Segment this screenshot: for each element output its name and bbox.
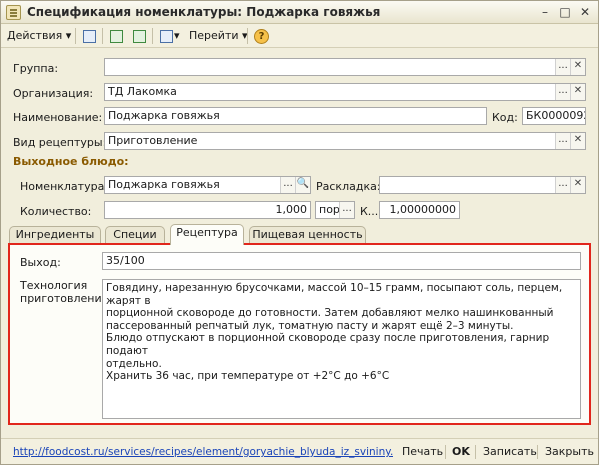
footer-divider xyxy=(475,445,476,459)
coefficient-value: 1,00000000 xyxy=(389,203,456,216)
nomenclature-value: Поджарка говяжья xyxy=(108,178,220,191)
coefficient-field[interactable]: 1,00000000 xyxy=(379,201,460,219)
technology-text-line: отдельно. xyxy=(106,357,162,370)
tab-recipe-label: Рецептура xyxy=(176,226,238,239)
tab-spices-label: Специи xyxy=(113,228,157,241)
spec-window: Спецификация номенклатуры: Поджарка говя… xyxy=(0,0,599,465)
chevron-down-icon[interactable]: ▾ xyxy=(174,28,180,44)
close-window-button[interactable]: ✕ xyxy=(576,4,594,20)
recipe-type-value: Приготовление xyxy=(108,134,198,147)
technology-text-line: Говядину, нарезанную брусочками, массой … xyxy=(106,282,563,307)
nomenclature-label: Номенклатура: xyxy=(20,180,109,193)
maximize-button[interactable]: □ xyxy=(556,4,574,20)
close-button[interactable]: Закрыть xyxy=(545,445,594,458)
ok-button[interactable]: OK xyxy=(452,445,470,458)
select-button[interactable]: ... xyxy=(280,177,295,193)
actions-label: Действия xyxy=(7,29,63,42)
title-bar: Спецификация номенклатуры: Поджарка говя… xyxy=(1,1,598,24)
technology-text-line: Блюдо отпускают в порционной сковороде с… xyxy=(106,332,550,357)
clear-icon[interactable]: ✕ xyxy=(570,133,585,149)
select-button[interactable]: ... xyxy=(339,202,354,218)
code-value: БК0000092 xyxy=(526,109,586,122)
refresh-icon[interactable] xyxy=(107,27,125,45)
copy-icon[interactable] xyxy=(80,27,98,45)
save-button[interactable]: Записать xyxy=(483,445,537,458)
chevron-down-icon: ▾ xyxy=(65,29,72,42)
coefficient-label: К... xyxy=(360,205,379,218)
search-icon[interactable]: 🔍 xyxy=(295,177,310,193)
nomenclature-field[interactable]: Поджарка говяжья ... 🔍 xyxy=(104,176,311,194)
output-label: Выход: xyxy=(20,256,61,269)
technology-textarea[interactable]: Говядину, нарезанную брусочками, массой … xyxy=(102,279,581,419)
select-button[interactable]: ... xyxy=(555,177,570,193)
organization-label: Организация: xyxy=(13,87,94,100)
quantity-value: 1,000 xyxy=(275,203,308,216)
copy-element-icon[interactable] xyxy=(130,27,148,45)
code-label: Код: xyxy=(492,111,518,124)
toolbar-divider xyxy=(75,28,76,44)
goto-menu[interactable]: Перейти ▾ xyxy=(189,28,248,44)
footer-divider xyxy=(445,445,446,459)
organization-value: ТД Лакомка xyxy=(108,85,177,98)
layout-label: Раскладка: xyxy=(316,180,381,193)
group-label: Группа: xyxy=(13,62,59,75)
print-button[interactable]: Печать xyxy=(402,445,443,458)
help-icon: ? xyxy=(254,29,269,44)
minimize-button[interactable]: – xyxy=(536,4,554,20)
name-label: Наименование: xyxy=(13,111,103,124)
select-button[interactable]: ... xyxy=(555,133,570,149)
technology-label: Технология приготовления: xyxy=(20,279,112,305)
tab-ingredients-label: Ингредиенты xyxy=(15,228,95,241)
select-button[interactable]: ... xyxy=(555,84,570,100)
name-value: Поджарка говяжья xyxy=(108,109,220,122)
toolbar: Действия ▾ ▾ Перейти ▾ ? xyxy=(1,24,598,48)
clear-icon[interactable]: ✕ xyxy=(570,84,585,100)
document-icon xyxy=(6,5,21,20)
group-field[interactable]: ... ✕ xyxy=(104,58,586,76)
clear-icon[interactable]: ✕ xyxy=(570,59,585,75)
footer-bar: http://foodcost.ru/services/recipes/elem… xyxy=(1,438,598,464)
code-field[interactable]: БК0000092 xyxy=(522,107,586,125)
toolbar-divider xyxy=(152,28,153,44)
recipe-type-label: Вид рецептуры: xyxy=(13,136,107,149)
output-field[interactable]: 35/100 xyxy=(102,252,581,270)
select-button[interactable]: ... xyxy=(555,59,570,75)
tab-ingredients[interactable]: Ингредиенты xyxy=(9,226,101,244)
clear-icon[interactable]: ✕ xyxy=(570,177,585,193)
name-field[interactable]: Поджарка говяжья xyxy=(104,107,487,125)
unit-field[interactable]: порц ... xyxy=(315,201,355,219)
footer-divider xyxy=(537,445,538,459)
toolbar-divider xyxy=(102,28,103,44)
quantity-field[interactable]: 1,000 xyxy=(104,201,311,219)
layout-field[interactable]: ... ✕ xyxy=(379,176,586,194)
tab-nutrition-label: Пищевая ценность xyxy=(252,228,363,241)
goto-label: Перейти xyxy=(189,29,239,42)
window-title: Спецификация номенклатуры: Поджарка говя… xyxy=(27,5,381,19)
actions-menu[interactable]: Действия ▾ xyxy=(7,28,71,44)
tab-nutrition[interactable]: Пищевая ценность xyxy=(249,226,366,244)
help-button[interactable]: ? xyxy=(252,27,270,45)
recipe-panel: Выход: 35/100 Технология приготовления: … xyxy=(8,243,591,425)
recipe-source-link[interactable]: http://foodcost.ru/services/recipes/elem… xyxy=(13,446,393,458)
technology-text-line: порционной сковороде до готовности. Зате… xyxy=(106,307,554,320)
output-dish-section-title: Выходное блюдо: xyxy=(13,155,129,168)
output-value: 35/100 xyxy=(106,254,145,267)
technology-text-line: Хранить 36 час, при температуре от +2°С … xyxy=(106,370,390,383)
tab-recipe[interactable]: Рецептура xyxy=(170,224,244,245)
quantity-label: Количество: xyxy=(20,205,92,218)
tab-spices[interactable]: Специи xyxy=(105,226,165,244)
structure-icon[interactable] xyxy=(157,27,175,45)
recipe-type-field[interactable]: Приготовление ... ✕ xyxy=(104,132,586,150)
technology-text-line: пассерованный репчатый лук, томатную пас… xyxy=(106,319,514,332)
organization-field[interactable]: ТД Лакомка ... ✕ xyxy=(104,83,586,101)
toolbar-divider xyxy=(247,28,248,44)
